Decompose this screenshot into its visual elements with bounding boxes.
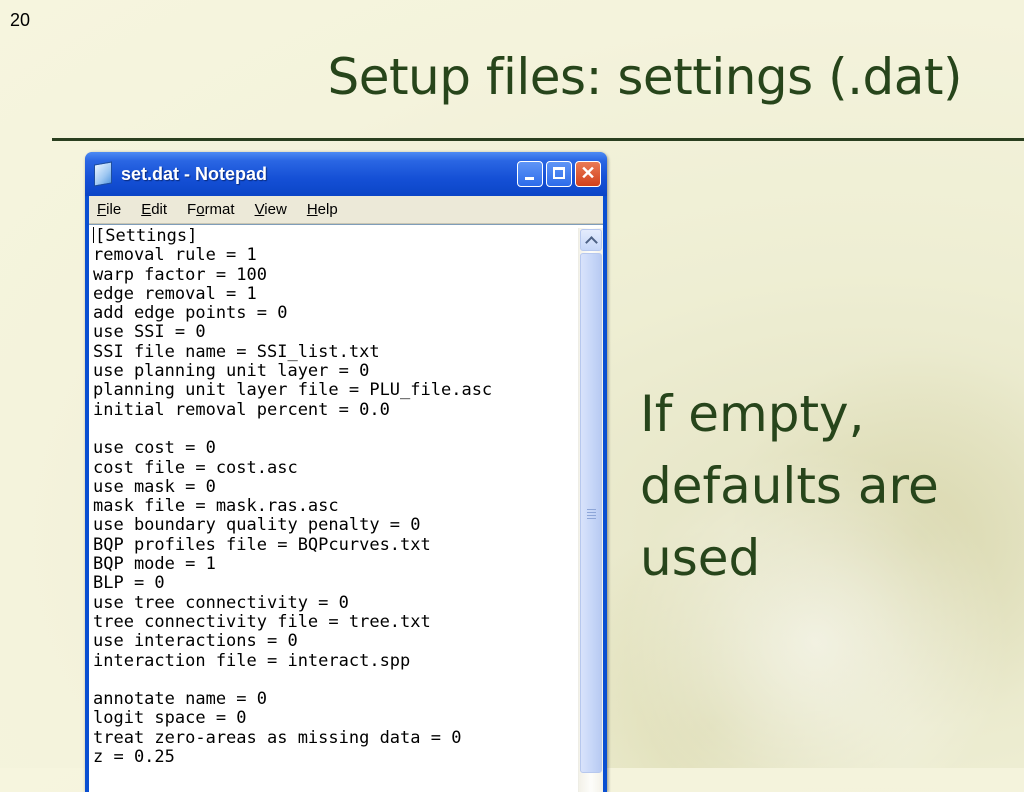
editor-line-text: cost file = cost.asc xyxy=(93,457,298,478)
menu-view-mnemonic: V xyxy=(254,201,265,218)
menu-view[interactable]: View xyxy=(253,199,289,220)
editor-line-text: [Settings] xyxy=(95,227,198,246)
editor-line: interaction file = interact.spp xyxy=(93,650,573,671)
editor-line: annotate name = 0 xyxy=(93,689,573,710)
editor-line-text: BQP profiles file = BQPcurves.txt xyxy=(93,534,431,555)
editor-line-text: use mask = 0 xyxy=(93,476,216,497)
grip-icon xyxy=(587,509,596,521)
menu-file-mnemonic: F xyxy=(97,201,107,218)
menu-help-label: elp xyxy=(317,201,338,218)
maximize-icon xyxy=(553,167,565,179)
editor-line: BQP mode = 1 xyxy=(93,554,573,575)
editor-line: BQP profiles file = BQPcurves.txt xyxy=(93,534,573,555)
editor-content[interactable]: [Settings] removal rule = 1 warp factor = … xyxy=(93,227,573,792)
editor-line-text: use cost = 0 xyxy=(93,438,216,459)
editor-line: use planning unit layer = 0 xyxy=(93,361,573,382)
scroll-up-arrow-icon[interactable] xyxy=(580,229,602,251)
menu-format-prefix: F xyxy=(187,201,197,218)
editor-line-text: use SSI = 0 xyxy=(93,322,206,343)
editor-line: SSI file name = SSI_list.txt xyxy=(93,341,573,362)
editor-line: removal rule = 1 xyxy=(93,246,573,265)
editor-line-text: BQP mode = 1 xyxy=(93,554,216,575)
menu-view-label: iew xyxy=(264,201,287,218)
editor-line-text: annotate name = 0 xyxy=(93,689,267,710)
editor-line: use cost = 0 xyxy=(93,439,573,458)
editor-line: use boundary quality penalty = 0 xyxy=(93,516,573,535)
editor-line-text: use boundary quality penalty = 0 xyxy=(93,515,421,536)
slide-title: Setup files: settings (.dat) xyxy=(327,48,962,106)
editor-line-text: SSI file name = SSI_list.txt xyxy=(93,341,380,362)
editor-line: [Settings] xyxy=(93,227,573,246)
close-icon: ✕ xyxy=(580,163,596,183)
minimize-icon xyxy=(525,177,534,180)
window-title: set.dat - Notepad xyxy=(121,164,268,184)
editor-line: initial removal percent = 0.0 xyxy=(93,399,573,420)
editor-line: add edge points = 0 xyxy=(93,304,573,323)
editor-line-text: interaction file = interact.spp xyxy=(93,650,411,671)
window-titlebar[interactable]: set.dat - Notepad ✕ xyxy=(85,152,607,196)
notepad-icon[interactable] xyxy=(94,161,112,187)
editor-line: BLP = 0 xyxy=(93,574,573,593)
menu-edit-mnemonic: E xyxy=(141,201,152,218)
vertical-scrollbar[interactable] xyxy=(578,228,603,792)
menu-bar: File Edit Format View Help xyxy=(89,196,603,224)
editor-line-text: BLP = 0 xyxy=(93,573,165,594)
menu-edit-label: dit xyxy=(151,201,168,218)
editor-line: treat zero-areas as missing data = 0 xyxy=(93,727,573,748)
menu-format[interactable]: Format xyxy=(185,199,237,220)
side-note-line: If empty, xyxy=(640,385,865,443)
menu-file-label: ile xyxy=(106,201,122,218)
minimize-button[interactable] xyxy=(517,161,543,187)
editor-line-text: initial removal percent = 0.0 xyxy=(93,399,390,420)
editor-line-text: tree connectivity file = tree.txt xyxy=(93,611,431,632)
notepad-window: set.dat - Notepad ✕ File Edit Format Vie… xyxy=(85,152,607,792)
editor-line: use tree connectivity = 0 xyxy=(93,592,573,613)
editor-line-text: planning unit layer file = PLU_file.asc xyxy=(93,380,493,401)
side-note-line: used xyxy=(640,529,761,587)
maximize-button[interactable] xyxy=(546,161,572,187)
title-divider xyxy=(52,138,1024,141)
editor-line: use interactions = 0 xyxy=(93,632,573,651)
editor-line-text: add edge points = 0 xyxy=(93,303,288,324)
editor-line-text: warp factor = 100 xyxy=(93,264,267,285)
menu-file[interactable]: File xyxy=(95,199,123,220)
editor-line-text: edge removal = 1 xyxy=(93,283,257,304)
close-button[interactable]: ✕ xyxy=(575,161,601,187)
editor-line: use mask = 0 xyxy=(93,476,573,497)
menu-format-mnemonic: o xyxy=(196,201,205,218)
editor-line: planning unit layer file = PLU_file.asc xyxy=(93,381,573,400)
text-area[interactable]: [Settings] removal rule = 1 warp factor = … xyxy=(89,224,603,792)
slide-number: 20 xyxy=(10,10,31,30)
editor-line-text: logit space = 0 xyxy=(93,708,247,729)
editor-line: logit space = 0 xyxy=(93,709,573,728)
editor-line-text: z = 0.25 xyxy=(93,747,175,768)
editor-line: use SSI = 0 xyxy=(93,323,573,342)
editor-line: z = 0.25 xyxy=(93,747,573,768)
editor-line: edge removal = 1 xyxy=(93,283,573,304)
editor-line: tree connectivity file = tree.txt xyxy=(93,611,573,632)
editor-line-text: use planning unit layer = 0 xyxy=(93,361,370,382)
scrollbar-thumb[interactable] xyxy=(580,253,602,773)
editor-line-text: mask file = mask.ras.asc xyxy=(93,496,339,517)
text-caret xyxy=(93,227,94,243)
editor-line: mask file = mask.ras.asc xyxy=(93,497,573,516)
menu-format-label: rmat xyxy=(204,201,235,218)
editor-line-text: use interactions = 0 xyxy=(93,631,298,652)
editor-line: cost file = cost.asc xyxy=(93,457,573,478)
side-note: If empty, defaults are used xyxy=(640,378,980,594)
menu-help[interactable]: Help xyxy=(305,199,340,220)
menu-help-mnemonic: H xyxy=(306,201,318,218)
editor-line: warp factor = 100 xyxy=(93,264,573,285)
side-note-line: defaults are xyxy=(640,457,939,515)
editor-line-text: use tree connectivity = 0 xyxy=(93,592,349,613)
menu-edit[interactable]: Edit xyxy=(139,199,169,220)
editor-line-text: treat zero-areas as missing data = 0 xyxy=(93,727,462,748)
editor-line-text: removal rule = 1 xyxy=(93,245,257,266)
